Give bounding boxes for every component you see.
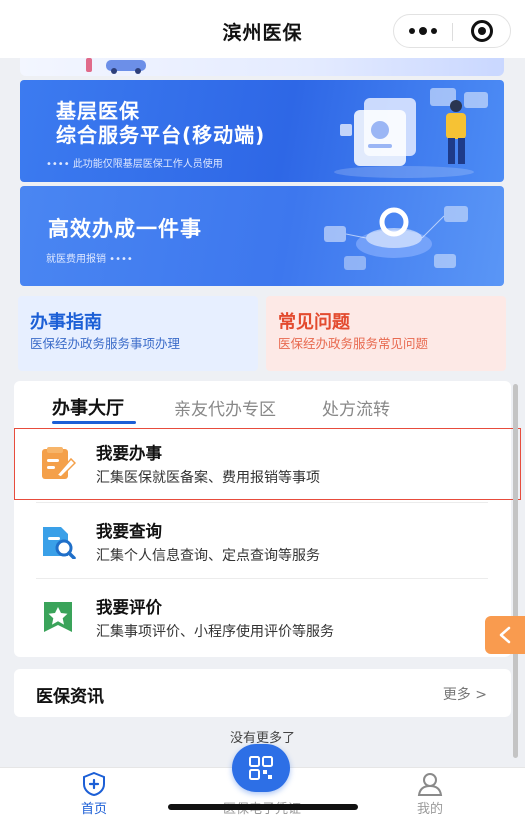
service-description: 汇集个人信息查询、定点查询等服务 <box>96 548 320 564</box>
tab-mine[interactable]: 我的 <box>370 768 490 818</box>
service-guide-card[interactable]: 办事指南 医保经办政务服务事项办理 <box>18 296 258 371</box>
shield-plus-icon <box>83 772 105 796</box>
medical-network-illustration-icon <box>324 206 468 270</box>
close-miniprogram-icon[interactable] <box>454 15 510 47</box>
service-hall-panel: 办事大厅 亲友代办专区 处方流转 我要办事 汇集医保就医备案、费用报销等事项 我… <box>14 381 521 657</box>
more-menu-icon[interactable] <box>394 15 452 47</box>
hall-tabs: 办事大厅 亲友代办专区 处方流转 <box>14 381 511 425</box>
qr-code-button[interactable] <box>232 744 290 792</box>
search-document-icon <box>43 527 76 559</box>
tab-proxy-zone[interactable]: 亲友代办专区 <box>174 395 276 420</box>
grassroots-platform-banner[interactable]: 基层医保 综合服务平台(移动端) •••• 此功能仅限基层医保工作人员使用 <box>20 80 504 182</box>
chevron-left-icon <box>499 626 511 644</box>
faq-card[interactable]: 常见问题 医保经办政务服务常见问题 <box>266 296 506 371</box>
scrollbar[interactable] <box>513 384 518 758</box>
banner-title-line2: 综合服务平台(移动端) <box>56 123 266 147</box>
qr-code-icon <box>249 756 273 780</box>
banner-subtitle: •••• 此功能仅限基层医保工作人员使用 <box>46 159 223 170</box>
service-guide-title: 办事指南 <box>30 312 102 333</box>
service-guide-subtitle: 医保经办政务服务事项办理 <box>30 336 181 351</box>
side-collapse-button[interactable] <box>485 616 525 654</box>
active-tab-indicator <box>52 421 136 424</box>
car-illustration-icon <box>86 58 146 74</box>
banner2-subtitle: 就医费用报销 •••• <box>46 254 133 265</box>
banner2-title: 高效办成一件事 <box>48 217 202 241</box>
user-icon <box>417 773 443 796</box>
capsule-divider <box>452 23 453 41</box>
app-header: 滨州医保 <box>0 0 525 58</box>
tab-service-hall[interactable]: 办事大厅 <box>52 394 124 420</box>
miniprogram-capsule <box>393 14 511 48</box>
home-indicator <box>168 804 358 810</box>
one-thing-banner[interactable]: 高效办成一件事 就医费用报销 •••• <box>20 186 504 286</box>
service-title: 我要查询 <box>96 522 162 541</box>
tab-mine-label: 我的 <box>416 802 443 817</box>
tab-prescription-transfer[interactable]: 处方流转 <box>322 395 390 420</box>
tab-home-label: 首页 <box>80 802 107 817</box>
top-banner-partial[interactable] <box>20 58 504 76</box>
service-item-query[interactable]: 我要查询 汇集个人信息查询、定点查询等服务 <box>14 503 511 577</box>
star-badge-icon <box>44 602 72 632</box>
service-title: 我要评价 <box>96 598 162 617</box>
highlight-frame <box>14 428 521 500</box>
banner-title-line1: 基层医保 <box>56 99 140 123</box>
staff-illustration-icon <box>334 88 488 178</box>
tab-home[interactable]: 首页 <box>34 768 154 818</box>
faq-subtitle: 医保经办政务服务常见问题 <box>278 336 429 351</box>
news-more-link[interactable]: 更多 > <box>443 684 487 704</box>
faq-title: 常见问题 <box>278 312 350 333</box>
news-section: 医保资讯 更多 > <box>14 669 511 717</box>
news-title: 医保资讯 <box>36 687 104 707</box>
service-item-evaluate[interactable]: 我要评价 汇集事项评价、小程序使用评价等服务 <box>14 579 511 653</box>
service-description: 汇集事项评价、小程序使用评价等服务 <box>96 624 334 640</box>
